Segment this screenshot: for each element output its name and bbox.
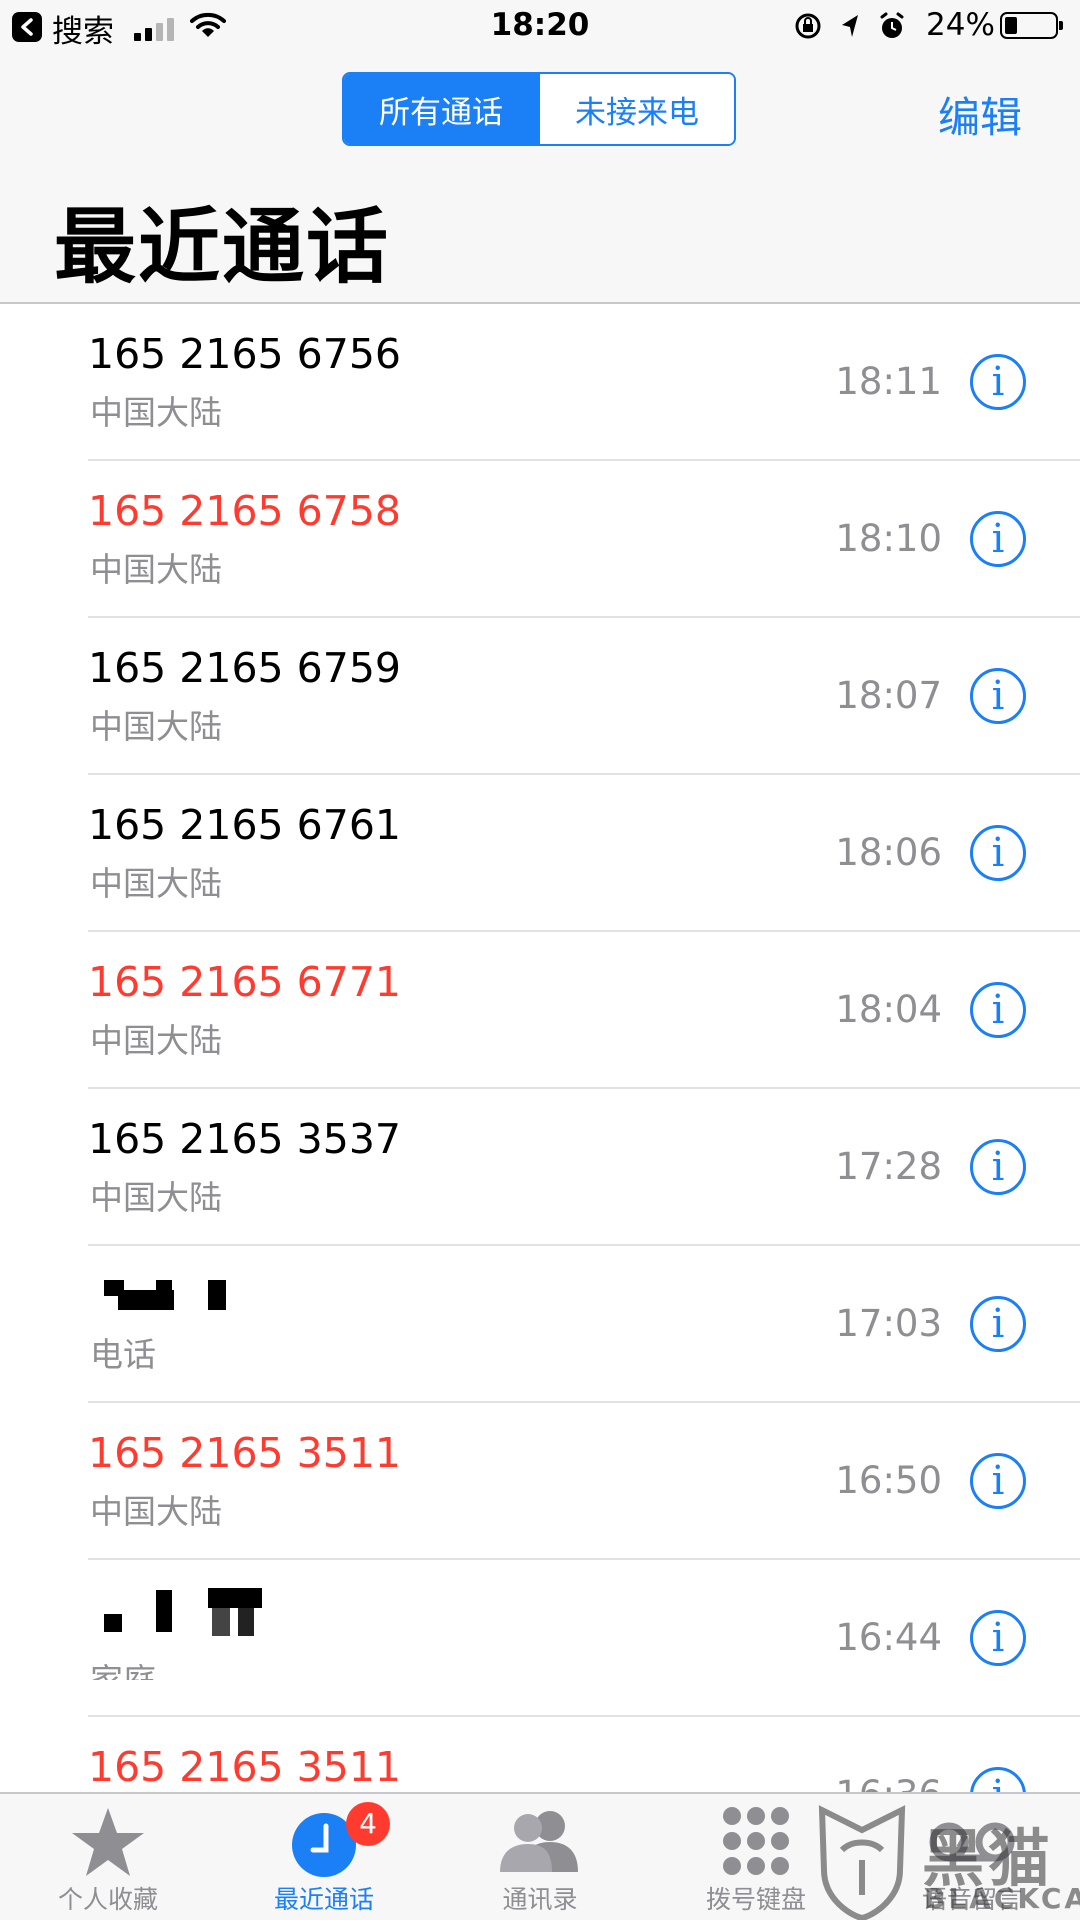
call-time: 18:04 [835, 988, 942, 1031]
info-icon[interactable]: i [970, 1610, 1026, 1666]
location-icon [842, 15, 858, 37]
call-row[interactable]: 165 2165 6756 中国大陆 18:11 i [0, 304, 1080, 461]
info-icon[interactable]: i [970, 1767, 1026, 1792]
status-bar: 搜索 18:20 24% [0, 0, 1080, 54]
call-time: 18:06 [835, 831, 942, 874]
contacts-icon [500, 1811, 578, 1872]
battery-icon [1000, 12, 1063, 39]
call-number: 165 2165 3537 [88, 1115, 402, 1163]
call-location: 中国大陆 [90, 393, 222, 432]
call-number: 165 2165 6756 [88, 330, 402, 378]
tab-label: 个人收藏 [57, 1885, 158, 1914]
info-icon[interactable]: i [970, 511, 1026, 567]
call-location: 中国大陆 [90, 1021, 222, 1060]
call-number: 165 2165 6758 [88, 487, 402, 535]
call-row[interactable]: 电话 17:03 i [0, 1246, 1080, 1403]
watermark-subtext: BLACKCAT [924, 1882, 1080, 1915]
status-icons [795, 12, 904, 39]
recents-list[interactable]: 165 2165 6756 中国大陆 18:11 i 165 2165 6758… [0, 304, 1080, 1792]
call-filter-segmented-control[interactable]: 所有通话 未接来电 [342, 72, 736, 146]
call-time: 17:28 [835, 1145, 942, 1188]
call-location: 中国大陆 [90, 1178, 222, 1217]
segment-all-calls[interactable]: 所有通话 [344, 74, 538, 144]
call-time: 18:07 [835, 674, 942, 717]
call-time: 17:03 [835, 1302, 942, 1345]
info-icon[interactable]: i [970, 825, 1026, 881]
call-number: 165 2165 3511 [88, 1743, 402, 1791]
info-icon[interactable]: i [970, 1296, 1026, 1352]
keypad-icon [723, 1807, 789, 1875]
tab-label: 最近通话 [273, 1885, 374, 1914]
call-row[interactable]: 165 2165 6759 中国大陆 18:07 i [0, 618, 1080, 775]
call-label: 电话 [90, 1335, 156, 1374]
call-row[interactable]: 165 2165 3511 中国大陆 16:50 i [0, 1403, 1080, 1560]
alarm-icon [880, 12, 904, 38]
call-time: 16:36 [835, 1773, 942, 1792]
nav-header: 所有通话 未接来电 编辑 最近通话 [0, 54, 1080, 304]
call-number: 165 2165 6759 [88, 644, 402, 692]
call-row[interactable]: 165 2165 3511 16:36 i [0, 1717, 1080, 1792]
call-location: 中国大陆 [90, 864, 222, 903]
info-icon[interactable]: i [970, 354, 1026, 410]
info-icon[interactable]: i [970, 668, 1026, 724]
rotation-lock-icon [795, 13, 821, 39]
status-time: 18:20 [490, 7, 590, 43]
call-location: 中国大陆 [90, 1492, 222, 1531]
tab-recents[interactable]: 4 最近通话 [216, 1794, 432, 1922]
call-time: 18:10 [835, 517, 942, 560]
blackcat-watermark: 黑猫 BLACKCAT [812, 1800, 1080, 1920]
call-label: 家庭 [90, 1654, 156, 1680]
call-number: 165 2165 3511 [88, 1429, 402, 1477]
info-icon[interactable]: i [970, 1453, 1026, 1509]
star-icon [72, 1808, 144, 1876]
call-location: 中国大陆 [90, 707, 222, 746]
battery-percent: 24% [926, 7, 995, 43]
call-time: 16:44 [835, 1616, 942, 1659]
tab-favorites[interactable]: 个人收藏 [0, 1794, 216, 1922]
call-number: 165 2165 6761 [88, 801, 402, 849]
tab-label: 通讯录 [502, 1885, 578, 1914]
call-row[interactable]: 165 2165 6758 中国大陆 18:10 i [0, 461, 1080, 618]
call-row[interactable]: 家庭 16:44 i [0, 1560, 1080, 1717]
page-title: 最近通话 [54, 200, 391, 295]
info-icon[interactable]: i [970, 1139, 1026, 1195]
call-row[interactable]: 165 2165 3537 中国大陆 17:28 i [0, 1089, 1080, 1246]
call-number: 165 2165 6771 [88, 958, 402, 1006]
call-location: 中国大陆 [90, 550, 222, 589]
call-row[interactable]: 165 2165 6771 中国大陆 18:04 i [0, 932, 1080, 1089]
info-icon[interactable]: i [970, 982, 1026, 1038]
call-time: 18:11 [835, 360, 942, 403]
tab-contacts[interactable]: 通讯录 [432, 1794, 648, 1922]
edit-button[interactable]: 编辑 [938, 84, 1022, 145]
cat-logo-icon [818, 1805, 906, 1920]
call-row[interactable]: 165 2165 6761 中国大陆 18:06 i [0, 775, 1080, 932]
segment-missed-calls[interactable]: 未接来电 [538, 74, 734, 144]
call-time: 16:50 [835, 1459, 942, 1502]
missed-count-badge: 4 [346, 1802, 390, 1846]
